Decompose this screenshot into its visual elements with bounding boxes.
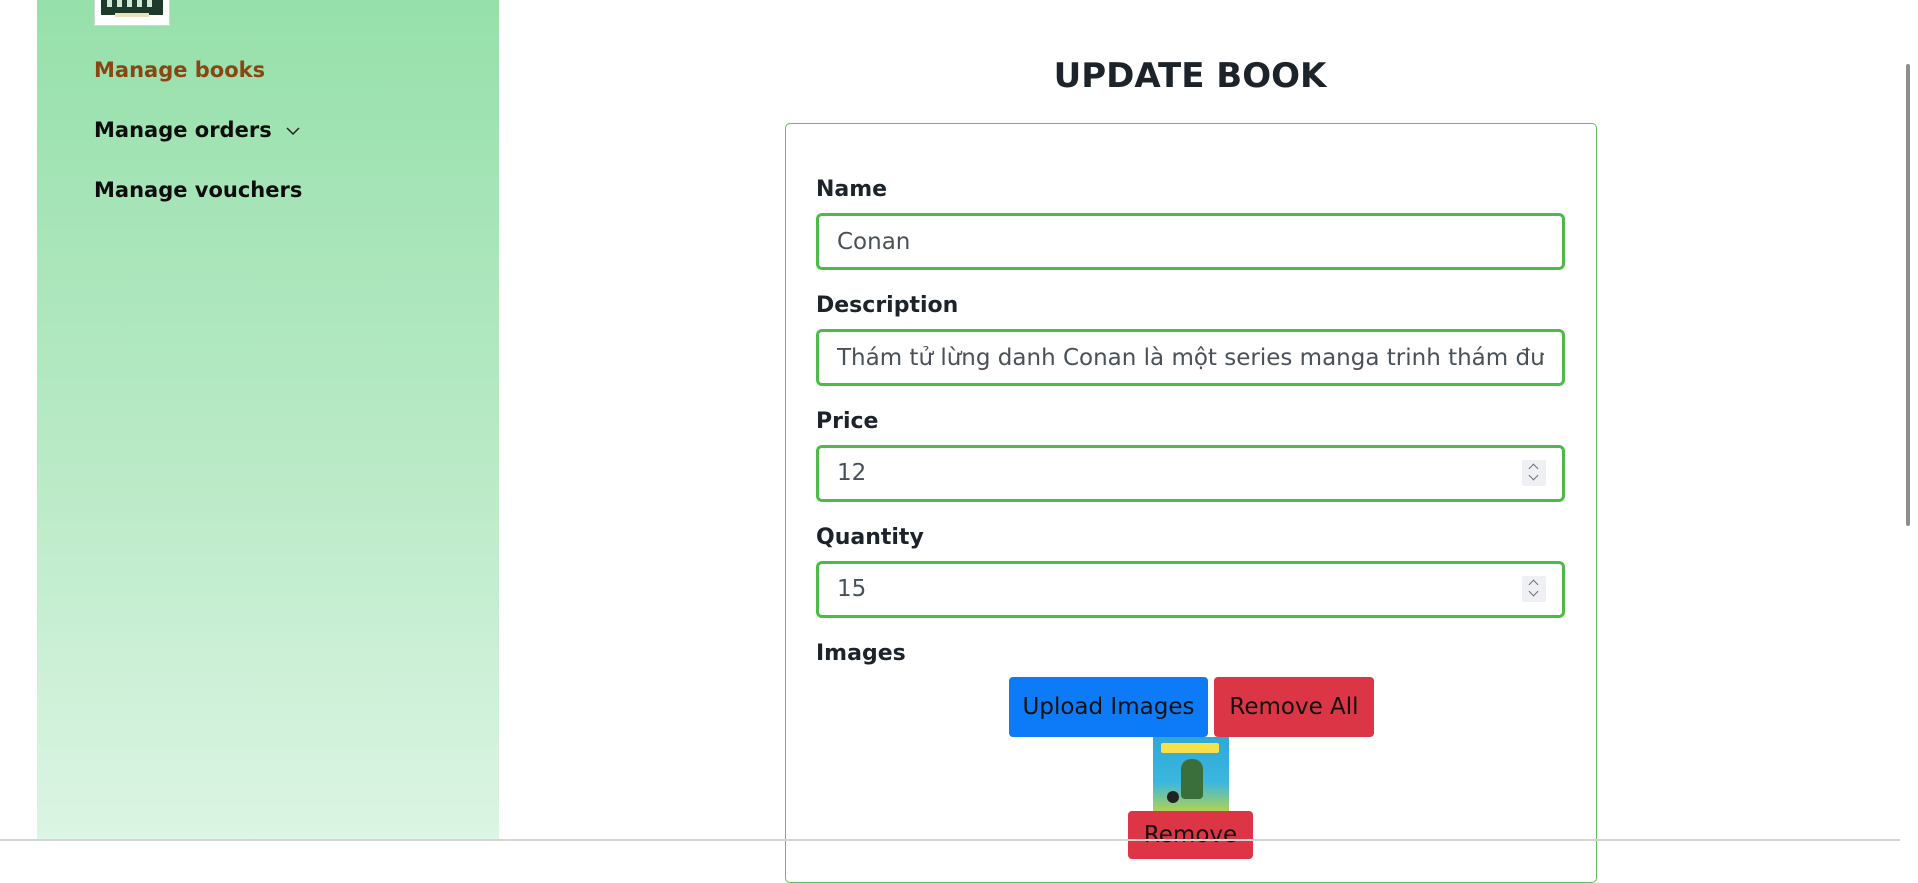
scrollbar-thumb[interactable] xyxy=(1906,64,1910,526)
sidebar-item-label: Manage orders xyxy=(94,118,272,142)
page-title: UPDATE BOOK xyxy=(1053,56,1327,96)
remove-image-button[interactable]: Remove xyxy=(1128,811,1253,859)
quantity-label: Quantity xyxy=(816,525,924,550)
sidebar-item-manage-vouchers[interactable]: Manage vouchers xyxy=(94,178,302,202)
description-label: Description xyxy=(816,293,959,318)
price-field[interactable]: 12 xyxy=(816,445,1565,502)
quantity-stepper[interactable] xyxy=(1522,576,1546,602)
name-label: Name xyxy=(816,177,888,202)
logo[interactable] xyxy=(94,0,170,26)
price-label: Price xyxy=(816,409,879,434)
description-field[interactable] xyxy=(816,329,1565,386)
sidebar-item-label: Manage vouchers xyxy=(94,178,303,202)
vertical-scrollbar[interactable] xyxy=(1900,0,1918,841)
quantity-field[interactable]: 15 xyxy=(816,561,1565,618)
images-label: Images xyxy=(816,641,906,666)
remove-all-button[interactable]: Remove All xyxy=(1214,677,1374,737)
sidebar-item-manage-books[interactable]: Manage books xyxy=(94,58,265,82)
chevron-down-icon[interactable] xyxy=(286,126,300,136)
sidebar-item-manage-orders[interactable]: Manage orders xyxy=(94,118,300,142)
quantity-value: 15 xyxy=(837,576,867,602)
upload-images-button[interactable]: Upload Images xyxy=(1009,677,1208,737)
sidebar-item-label: Manage books xyxy=(94,58,266,82)
price-stepper[interactable] xyxy=(1522,460,1546,486)
price-value: 12 xyxy=(837,460,867,486)
name-field[interactable] xyxy=(816,213,1565,270)
sidebar: Manage books Manage orders Manage vouche… xyxy=(37,0,499,841)
book-image-thumbnail xyxy=(1153,737,1229,813)
